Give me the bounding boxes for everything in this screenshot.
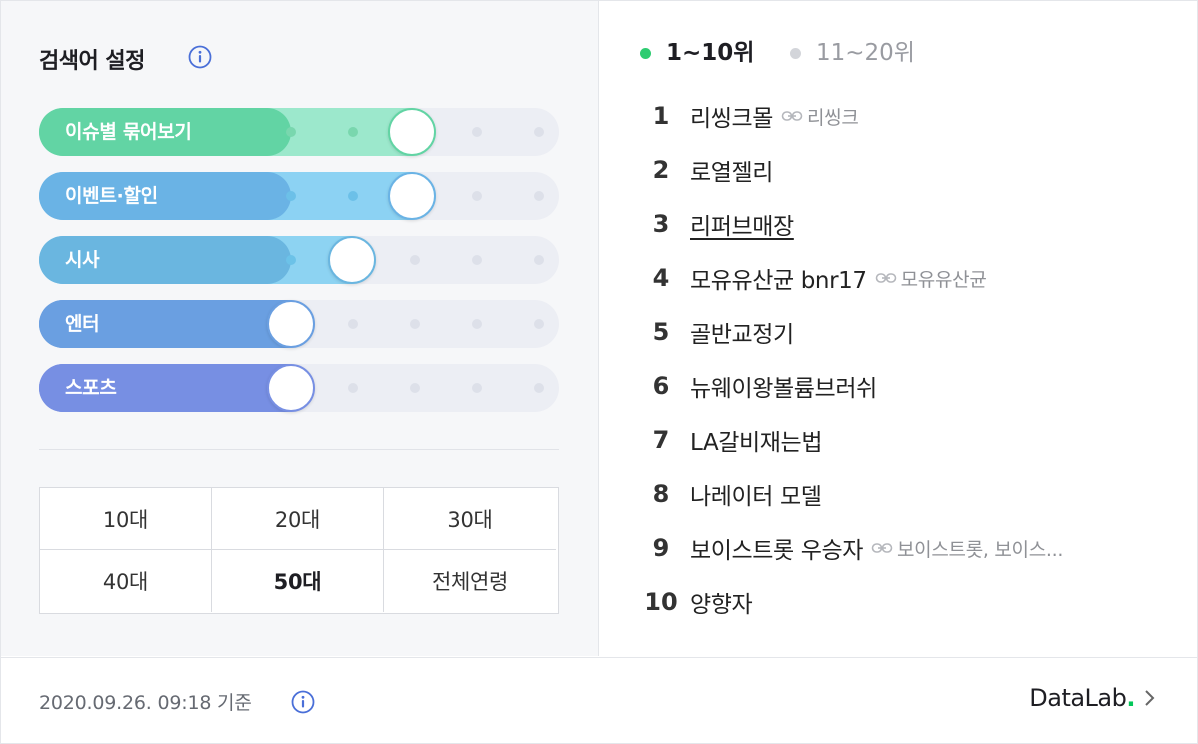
related-keywords[interactable]: 리씽크 (781, 103, 859, 130)
category-slider[interactable]: 이벤트·할인 (39, 172, 559, 220)
slider-label: 엔터 (39, 300, 291, 348)
age-option[interactable]: 40대 (40, 550, 212, 612)
ranking-item[interactable]: 1 리씽크몰 리씽크 (638, 90, 1178, 142)
datalab-link[interactable]: DataLab. (1029, 684, 1157, 712)
slider-knob[interactable] (388, 108, 436, 156)
slider-step-dot[interactable] (348, 319, 358, 329)
slider-step-dot[interactable] (348, 191, 358, 201)
divider (39, 449, 559, 450)
rank-number: 1 (652, 102, 670, 130)
slider-step-dot[interactable] (472, 127, 482, 137)
slider-step-dot[interactable] (410, 319, 420, 329)
slider-knob[interactable] (388, 172, 436, 220)
slider-step-dot[interactable] (472, 383, 482, 393)
ranking-item[interactable]: 9 보이스트롯 우승자 보이스트롯, 보이스... (638, 522, 1178, 574)
related-keyword-text: 리씽크 (807, 106, 859, 129)
link-icon (871, 543, 893, 553)
ranking-item[interactable]: 10 양향자 (638, 576, 1178, 628)
slider-step-dot[interactable] (286, 127, 296, 137)
slider-knob[interactable] (267, 364, 315, 412)
rank-keyword[interactable]: 양향자 (690, 585, 753, 619)
age-option[interactable]: 전체연령 (384, 550, 556, 612)
slider-step-dot[interactable] (534, 255, 544, 265)
slider-label: 시사 (39, 236, 291, 284)
slider-step-dot[interactable] (534, 191, 544, 201)
ranking-item[interactable]: 2 로열젤리 (638, 144, 1178, 196)
age-option[interactable]: 50대 (212, 550, 384, 612)
rank-keyword[interactable]: 보이스트롯 우승자 (690, 531, 863, 565)
link-icon (875, 273, 896, 283)
category-slider[interactable]: 엔터 (39, 300, 559, 348)
related-keyword-text: 모유유산균 (900, 268, 987, 291)
slider-knob[interactable] (267, 300, 315, 348)
slider-step-dot[interactable] (534, 383, 544, 393)
datalab-dot: . (1126, 684, 1135, 712)
rank-number: 7 (652, 426, 670, 454)
rank-number: 10 (644, 588, 678, 616)
link-icon (781, 111, 803, 121)
tab-indicator-dot (640, 48, 651, 59)
age-option[interactable]: 30대 (384, 488, 556, 550)
rank-number: 5 (652, 318, 670, 346)
ranking-item[interactable]: 4 모유유산균 bnr17 모유유산균 (638, 252, 1178, 304)
ranking-item[interactable]: 8 나레이터 모델 (638, 468, 1178, 520)
ranking-item[interactable]: 3 리퍼브매장 (638, 198, 1178, 250)
related-keywords[interactable]: 보이스트롯, 보이스... (871, 535, 1063, 562)
tab-indicator-dot (790, 48, 801, 59)
rank-number: 9 (652, 534, 670, 562)
category-slider[interactable]: 스포츠 (39, 364, 559, 412)
rank-keyword[interactable]: 나레이터 모델 (690, 477, 822, 511)
ranking-item[interactable]: 6 뉴웨이왕볼륨브러쉬 (638, 360, 1178, 412)
rank-keyword[interactable]: 모유유산균 bnr17 (690, 261, 867, 295)
slider-knob[interactable] (328, 236, 376, 284)
category-slider[interactable]: 이슈별 묶어보기 (39, 108, 559, 156)
slider-step-dot[interactable] (348, 383, 358, 393)
related-keywords[interactable]: 모유유산균 (875, 265, 987, 292)
slider-step-dot[interactable] (472, 319, 482, 329)
tab-label: 1~10위 (666, 40, 755, 66)
slider-step-dot[interactable] (286, 255, 296, 265)
settings-title: 검색어 설정 (39, 49, 145, 74)
footer: 2020.09.26. 09:18 기준 DataLab. (1, 657, 1197, 743)
slider-step-dot[interactable] (534, 127, 544, 137)
age-option[interactable]: 20대 (212, 488, 384, 550)
slider-label: 스포츠 (39, 364, 291, 412)
rank-number: 4 (652, 264, 670, 292)
datalab-brand: DataLab (1029, 684, 1127, 712)
update-timestamp: 2020.09.26. 09:18 기준 (39, 692, 252, 714)
rank-number: 3 (652, 210, 670, 238)
info-icon[interactable] (188, 45, 212, 69)
slider-step-dot[interactable] (410, 383, 420, 393)
rank-keyword[interactable]: 리퍼브매장 (690, 207, 794, 241)
age-option[interactable]: 10대 (40, 488, 212, 550)
rank-number: 2 (652, 156, 670, 184)
age-filter-grid: 10대 20대 30대 40대 50대 전체연령 (39, 487, 559, 614)
rank-number: 6 (652, 372, 670, 400)
slider-label: 이벤트·할인 (39, 172, 291, 220)
info-icon[interactable] (291, 690, 315, 714)
ranking-item[interactable]: 5 골반교정기 (638, 306, 1178, 358)
slider-step-dot[interactable] (472, 255, 482, 265)
slider-step-dot[interactable] (534, 319, 544, 329)
rank-keyword[interactable]: 리씽크몰 (690, 99, 773, 133)
rank-keyword[interactable]: 골반교정기 (690, 315, 794, 349)
slider-step-dot[interactable] (286, 191, 296, 201)
chevron-right-icon (1145, 690, 1155, 706)
rank-number: 8 (652, 480, 670, 508)
slider-label: 이슈별 묶어보기 (39, 108, 291, 156)
slider-step-dot[interactable] (410, 255, 420, 265)
slider-step-dot[interactable] (472, 191, 482, 201)
ranking-item[interactable]: 7 LA갈비재는법 (638, 414, 1178, 466)
tab-label: 11~20위 (816, 40, 915, 66)
slider-step-dot[interactable] (348, 127, 358, 137)
related-keyword-text: 보이스트롯, 보이스... (897, 538, 1064, 561)
settings-panel: 검색어 설정 이슈별 묶어보기이벤트·할인시사엔터스포츠 10대 20대 30대 40… (1, 1, 599, 656)
rank-keyword[interactable]: LA갈비재는법 (690, 423, 822, 457)
rank-keyword[interactable]: 로열젤리 (690, 153, 773, 187)
category-slider[interactable]: 시사 (39, 236, 559, 284)
rank-keyword[interactable]: 뉴웨이왕볼륨브러쉬 (690, 369, 877, 403)
